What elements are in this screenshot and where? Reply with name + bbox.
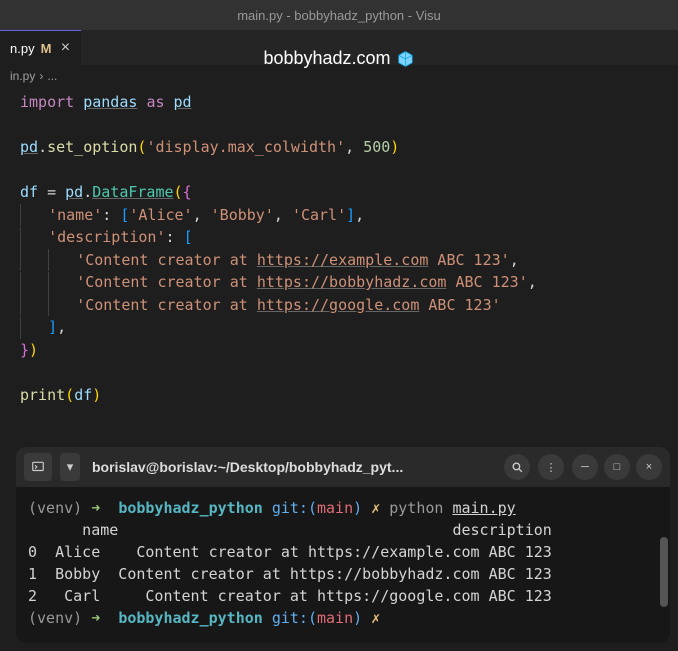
watermark-text: bobbyhadz.com [263, 48, 390, 69]
breadcrumb-file: in.py [10, 69, 35, 83]
code-line [20, 159, 678, 182]
terminal-scrollbar[interactable] [660, 537, 668, 607]
code-line: pd.set_option('display.max_colwidth', 50… [20, 136, 678, 159]
code-line: 'Content creator at https://google.com A… [20, 294, 678, 317]
close-icon: × [646, 461, 652, 473]
code-line: 'Content creator at https://bobbyhadz.co… [20, 271, 678, 294]
terminal-line: 0 Alice Content creator at https://examp… [28, 541, 658, 563]
terminal-line: (venv) ➜ bobbyhadz_python git:(main) ✗ [28, 607, 658, 629]
tab-modified-badge: M [41, 41, 52, 56]
search-button[interactable] [504, 454, 530, 480]
code-line: import pandas as pd [20, 91, 678, 114]
watermark-overlay: bobbyhadz.com [263, 48, 414, 69]
code-line: df = pd.DataFrame({ [20, 181, 678, 204]
minimize-button[interactable]: ─ [572, 454, 598, 480]
terminal-line: (venv) ➜ bobbyhadz_python git:(main) ✗ p… [28, 497, 658, 519]
code-line: 'description': [ [20, 226, 678, 249]
terminal-header: ▾ borislav@borislav:~/Desktop/bobbyhadz_… [16, 447, 670, 487]
chevron-down-icon: ▾ [67, 459, 74, 475]
close-icon[interactable]: × [57, 39, 73, 57]
terminal-icon [31, 460, 45, 474]
terminal-body[interactable]: (venv) ➜ bobbyhadz_python git:(main) ✗ p… [16, 487, 670, 643]
close-button[interactable]: × [636, 454, 662, 480]
terminal-line: 1 Bobby Content creator at https://bobby… [28, 563, 658, 585]
kebab-menu-icon: ⋮ [546, 461, 557, 474]
search-icon [511, 461, 524, 474]
terminal-panel: ▾ borislav@borislav:~/Desktop/bobbyhadz_… [16, 447, 670, 643]
terminal-new-tab-button[interactable] [24, 453, 52, 481]
terminal-line: name description [28, 519, 658, 541]
code-line: }) [20, 339, 678, 362]
chevron-right-icon: › [39, 69, 43, 83]
menu-button[interactable]: ⋮ [538, 454, 564, 480]
code-line: 'Content creator at https://example.com … [20, 249, 678, 272]
cube-icon [397, 50, 415, 68]
terminal-title: borislav@borislav:~/Desktop/bobbyhadz_py… [88, 459, 496, 475]
code-line: print(df) [20, 384, 678, 407]
window-title: main.py - bobbyhadz_python - Visu [237, 8, 441, 23]
maximize-button[interactable]: □ [604, 454, 630, 480]
terminal-dropdown-button[interactable]: ▾ [60, 453, 80, 481]
code-line: 'name': ['Alice', 'Bobby', 'Carl'], [20, 204, 678, 227]
tab-main-py[interactable]: n.py M × [0, 30, 81, 65]
window-titlebar: main.py - bobbyhadz_python - Visu [0, 0, 678, 30]
code-line: ], [20, 316, 678, 339]
code-line [20, 114, 678, 137]
breadcrumb-rest: ... [47, 69, 57, 83]
tab-filename: n.py [10, 41, 35, 56]
terminal-line: 2 Carl Content creator at https://google… [28, 585, 658, 607]
minimize-icon: ─ [581, 461, 589, 473]
maximize-icon: □ [614, 461, 621, 473]
code-line [20, 361, 678, 384]
code-editor[interactable]: import pandas as pd pd.set_option('displ… [0, 87, 678, 406]
